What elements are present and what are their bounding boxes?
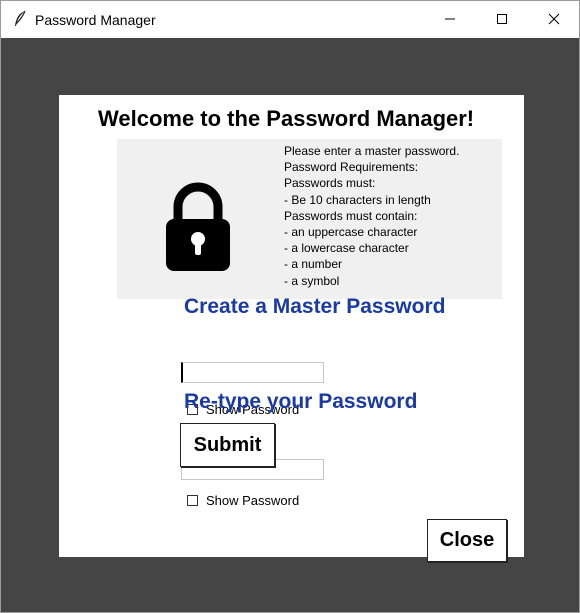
requirement-line: Passwords must:	[284, 176, 376, 191]
submit-button[interactable]: Submit	[180, 423, 275, 467]
close-icon	[548, 13, 560, 25]
password-setup-panel: Welcome to the Password Manager! Please …	[59, 95, 524, 557]
requirement-line: - a symbol	[284, 273, 340, 288]
minimize-icon	[445, 18, 455, 20]
requirement-line: - a number	[284, 257, 343, 272]
requirements-panel: Please enter a master password. Password…	[117, 139, 502, 299]
close-button[interactable]: Close	[427, 519, 507, 562]
requirement-line: Please enter a master password.	[284, 144, 460, 158]
welcome-heading: Welcome to the Password Manager!	[98, 106, 475, 131]
window-close-button[interactable]	[531, 1, 577, 37]
show-password-label-2: Show Password	[206, 493, 300, 508]
maximize-icon	[497, 14, 507, 24]
maximize-button[interactable]	[479, 1, 525, 37]
show-password-toggle-2[interactable]: Show Password	[187, 493, 299, 508]
retype-password-heading: Re-type your Password	[184, 390, 418, 413]
window-title: Password Manager	[35, 12, 156, 28]
requirement-line: - Be 10 characters in length	[284, 192, 431, 207]
requirement-line: Password Requirements:	[284, 160, 419, 175]
minimize-button[interactable]	[427, 1, 473, 37]
feather-icon	[13, 10, 27, 28]
requirement-line: - a lowercase character	[284, 241, 409, 256]
create-password-heading: Create a Master Password	[184, 295, 446, 318]
padlock-icon	[164, 181, 232, 273]
master-password-input[interactable]	[181, 362, 324, 383]
requirements-text: Please enter a master password. Password…	[284, 143, 459, 289]
app-window: Password Manager Welcome to the Password…	[0, 0, 580, 613]
requirement-line: Passwords must contain:	[284, 208, 418, 223]
title-bar[interactable]: Password Manager	[1, 1, 579, 38]
show-password-checkbox-2[interactable]	[187, 495, 198, 506]
requirement-line: - an uppercase character	[284, 225, 418, 240]
